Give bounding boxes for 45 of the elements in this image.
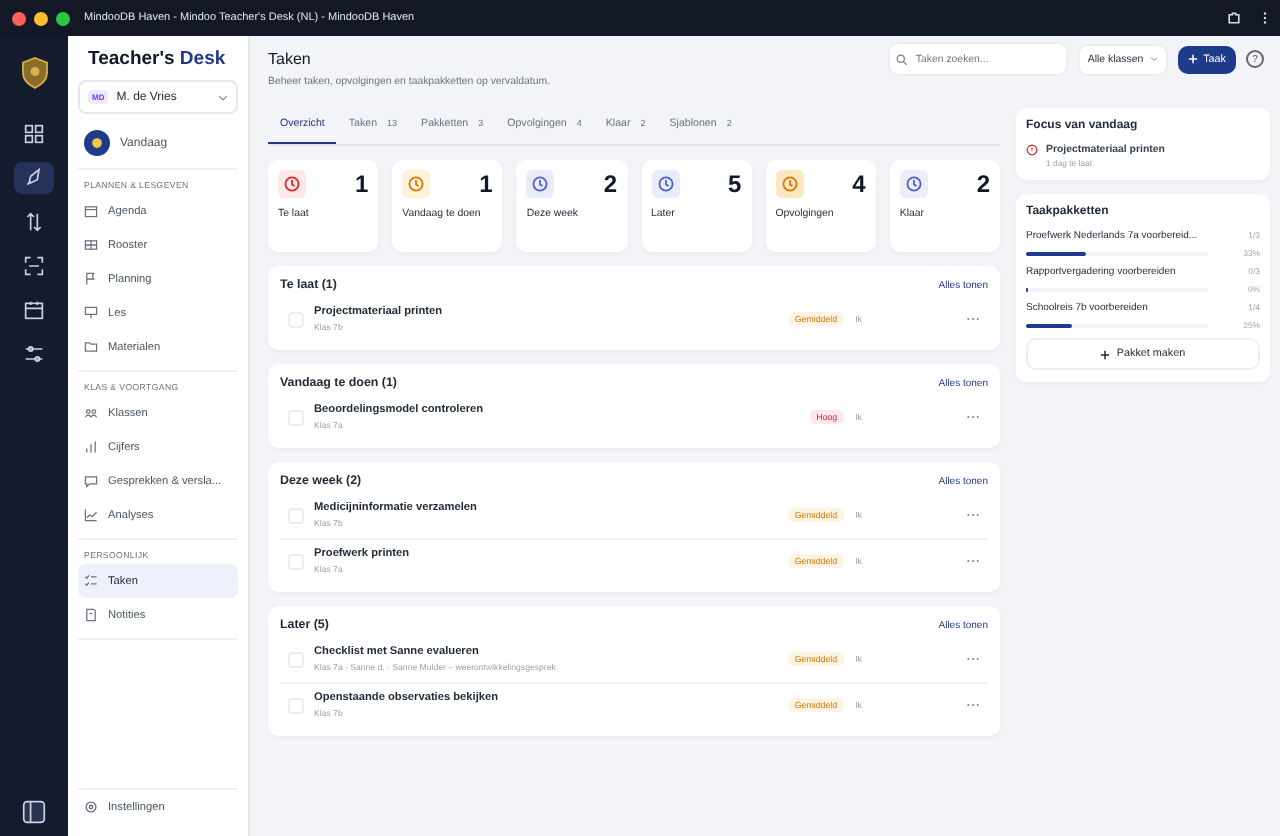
list-icon <box>84 574 98 588</box>
stat-value: 4 <box>852 170 866 198</box>
stat-icon <box>775 170 804 198</box>
sidebar-toggle-icon[interactable] <box>22 800 46 824</box>
app-brand: Teacher's Desk <box>88 48 228 70</box>
stat-value: 5 <box>728 170 742 198</box>
close-window-icon[interactable] <box>12 11 26 25</box>
chart-icon <box>84 508 98 522</box>
minimize-window-icon[interactable] <box>34 11 48 25</box>
calendar-icon <box>84 204 98 218</box>
rail-button[interactable] <box>14 162 54 194</box>
folder-icon <box>84 340 98 354</box>
scan-icon <box>24 256 44 276</box>
bars-icon <box>84 440 98 454</box>
search-icon <box>895 53 908 65</box>
grid-icon <box>24 124 44 144</box>
page-title: Taken <box>268 50 311 68</box>
stat-value: 1 <box>354 170 369 198</box>
calendar-icon <box>24 300 44 320</box>
board-icon <box>84 306 98 320</box>
stat-icon <box>651 170 680 198</box>
stat-value: 2 <box>603 170 618 198</box>
stat-value: 2 <box>976 170 991 198</box>
settings-icon <box>84 800 98 814</box>
chat-icon <box>84 474 98 488</box>
stat-value: 1 <box>479 170 493 198</box>
chevron-down-icon <box>1149 56 1158 62</box>
flag-icon <box>84 272 98 286</box>
sun-badge-icon <box>84 130 110 156</box>
maximize-window-icon[interactable] <box>56 11 70 25</box>
stat-icon <box>526 170 555 198</box>
sliders-icon <box>24 344 44 364</box>
plus-icon <box>1100 349 1111 359</box>
alert-icon <box>1026 144 1038 156</box>
arrows-icon <box>24 212 44 232</box>
chevron-down-icon <box>218 93 228 101</box>
stat-icon <box>278 170 306 198</box>
table-icon <box>84 238 98 252</box>
people-icon <box>84 406 98 420</box>
plus-icon <box>1187 54 1198 64</box>
stat-icon <box>402 170 431 198</box>
note-icon <box>84 608 98 622</box>
stat-icon <box>899 170 928 198</box>
more-vertical-icon[interactable] <box>1262 10 1268 26</box>
shield-logo-icon <box>19 56 49 90</box>
